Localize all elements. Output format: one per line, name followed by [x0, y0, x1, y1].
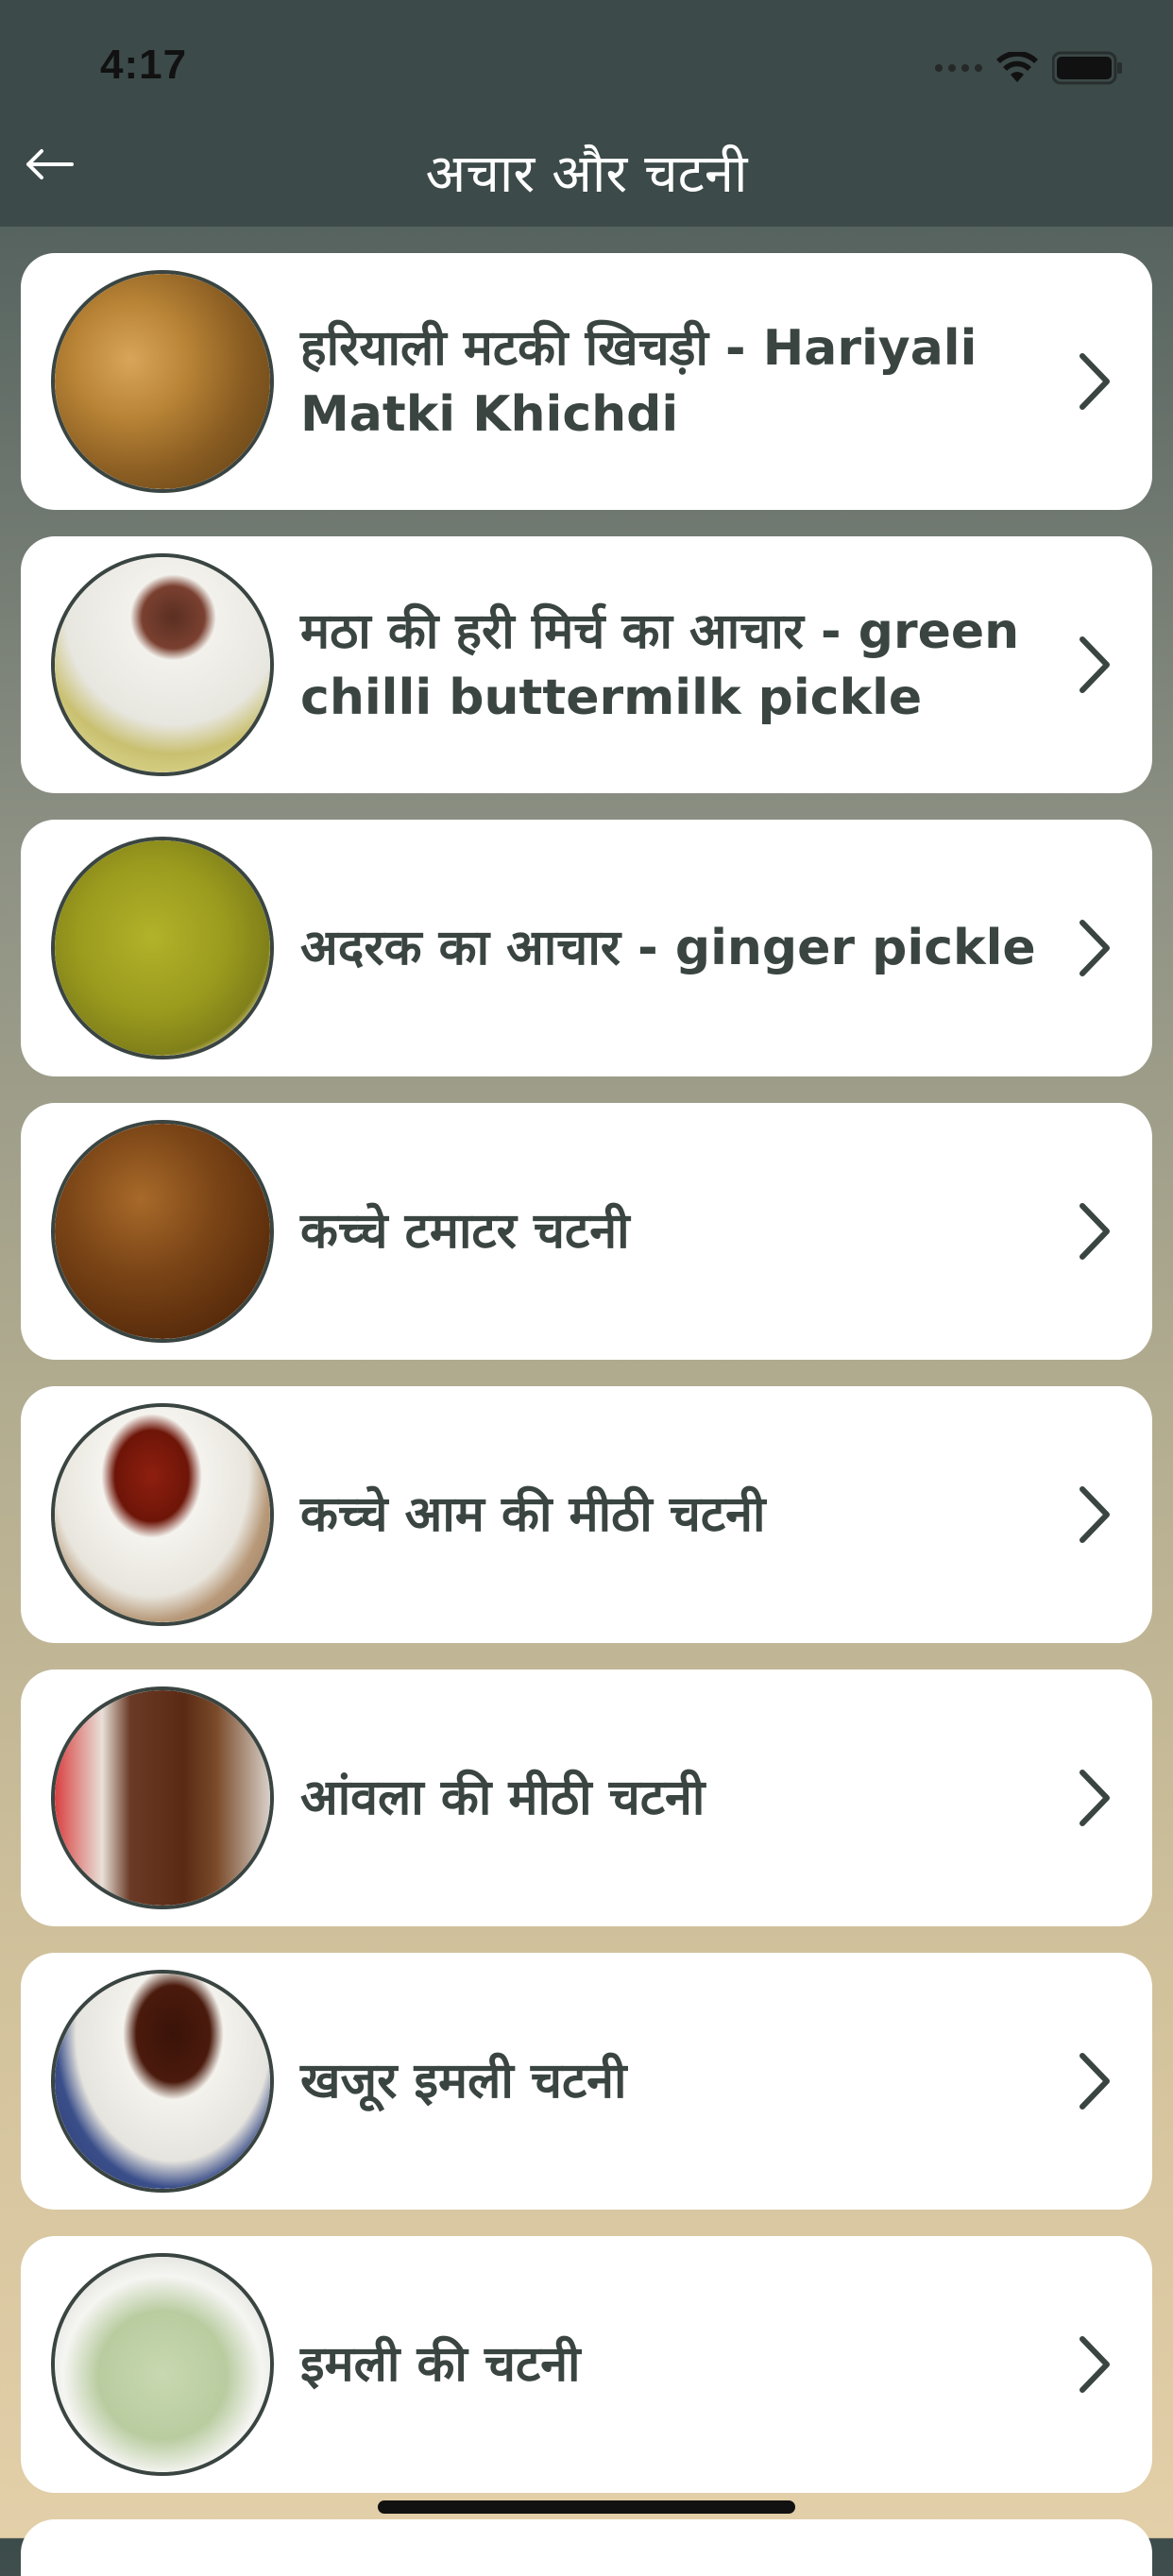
list-item[interactable]: इमली की चटनी: [21, 2236, 1152, 2493]
chevron-right-icon: [1080, 1770, 1110, 1826]
list-item[interactable]: हरियाली मटकी खिचड़ी - Hariyali Matki Khi…: [21, 253, 1152, 510]
page-title: अचार और चटनी: [425, 144, 748, 205]
recipe-thumbnail: [51, 553, 274, 776]
top-bar: 4:17 अचार और चटनी: [0, 0, 1173, 227]
chevron-right-icon: [1080, 920, 1110, 976]
list-item[interactable]: आंवला की मीठी चटनी: [21, 1669, 1152, 1926]
chevron-right-icon: [1080, 1203, 1110, 1260]
chevron-right-icon: [1080, 636, 1110, 693]
item-title: खजूर इमली चटनी: [300, 2053, 627, 2110]
list-item[interactable]: अदरक का आचार - ginger pickle: [21, 820, 1152, 1076]
cellular-signal-icon: [935, 64, 982, 72]
item-title: आंवला की मीठी चटनी: [300, 1770, 706, 1826]
home-indicator[interactable]: [378, 2500, 795, 2514]
battery-icon: [1052, 51, 1124, 85]
recipe-thumbnail: [51, 1970, 274, 2193]
recipe-thumbnail: [51, 1120, 274, 1343]
chevron-right-icon: [1080, 353, 1110, 410]
recipe-thumbnail: [51, 270, 274, 493]
recipe-thumbnail: [51, 2253, 274, 2476]
chevron-right-icon: [1080, 2336, 1110, 2393]
item-title: हरियाली मटकी खिचड़ी - Hariyali Matki Khi…: [300, 320, 978, 443]
list-item[interactable]: कच्चे आम की मीठी चटनी: [21, 1386, 1152, 1643]
item-title: मठा की हरी मिर्च का आचार - green chilli …: [300, 603, 1020, 726]
list-item[interactable]: खजूर इमली चटनी: [21, 1953, 1152, 2210]
recipe-thumbnail: [51, 1403, 274, 1626]
item-title: कच्चे टमाटर चटनी: [300, 1203, 630, 1260]
recipe-thumbnail: [51, 1686, 274, 1909]
chevron-right-icon: [1080, 2053, 1110, 2110]
list-item[interactable]: कच्चे टमाटर चटनी: [21, 1103, 1152, 1360]
chevron-right-icon: [1080, 1486, 1110, 1543]
item-title: अदरक का आचार - ginger pickle: [300, 920, 1036, 976]
item-title: इमली की चटनी: [300, 2336, 581, 2393]
recipe-thumbnail: [51, 837, 274, 1059]
wifi-icon: [995, 52, 1039, 84]
item-title: कच्चे आम की मीठी चटनी: [300, 1486, 766, 1543]
status-time: 4:17: [100, 42, 188, 88]
recipe-list: हरियाली मटकी खिचड़ी - Hariyali Matki Khi…: [21, 253, 1152, 2519]
list-item[interactable]: मठा की हरी मिर्च का आचार - green chilli …: [21, 536, 1152, 793]
status-indicators: [935, 51, 1124, 85]
list-item-partial[interactable]: [21, 2519, 1152, 2576]
